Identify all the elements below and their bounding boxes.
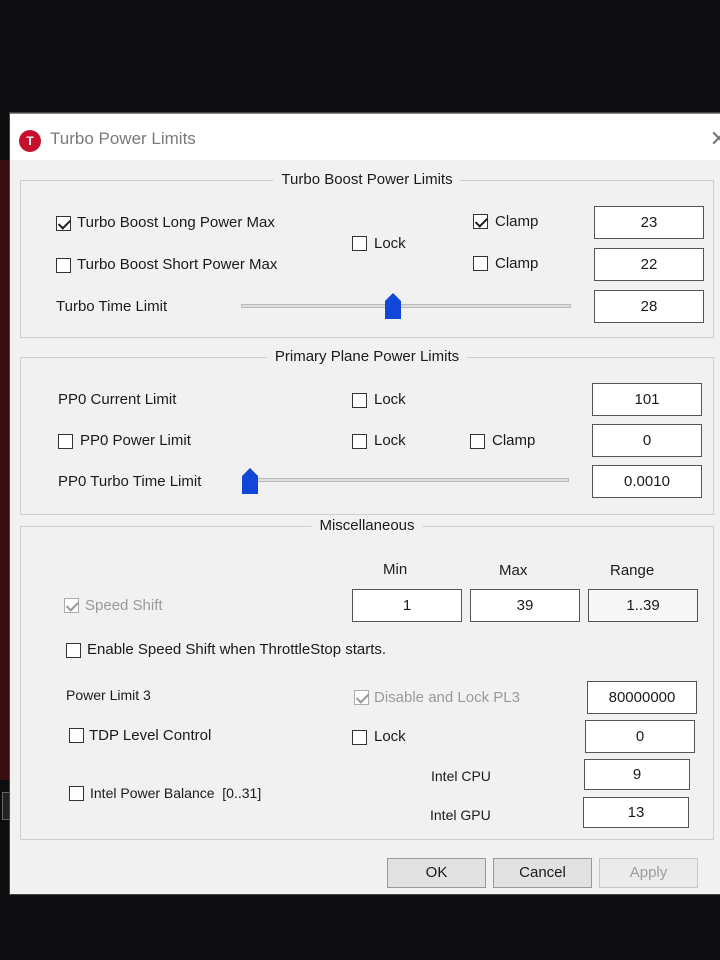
intel-power-balance-checkbox[interactable] (69, 786, 84, 801)
primary-plane-group-title: Primary Plane Power Limits (266, 348, 468, 365)
range-header: Range (610, 562, 655, 579)
intel-power-balance-label: Intel Power Balance [0..31] (90, 785, 262, 801)
pp0-power-clamp-label: Clamp (492, 432, 536, 449)
turbo-boost-group-title: Turbo Boost Power Limits (273, 171, 461, 188)
tdp-level-control-checkbox[interactable] (69, 728, 84, 743)
turbo-time-limit-slider-track[interactable] (241, 304, 571, 308)
turbo-lock-checkbox[interactable] (352, 236, 367, 251)
pp0-turbo-time-limit-input[interactable]: 0.0010 (592, 465, 702, 498)
turbo-power-limits-dialog: T Turbo Power Limits ✕ Turbo Boost Power… (10, 113, 720, 894)
primary-plane-group: Primary Plane Power Limits PP0 Current L… (20, 348, 714, 515)
monitor-bezel (0, 160, 10, 780)
speed-shift-checkbox[interactable] (64, 598, 79, 613)
tdp-lock-label: Lock (374, 728, 406, 745)
turbo-time-limit-input[interactable]: 28 (594, 290, 704, 323)
turbo-boost-group: Turbo Boost Power Limits Turbo Boost Lon… (20, 171, 714, 338)
window-title: Turbo Power Limits (50, 129, 196, 148)
tdp-lock-checkbox[interactable] (352, 730, 367, 745)
pp0-turbo-time-slider-thumb[interactable] (241, 468, 258, 494)
long-power-clamp-label: Clamp (495, 213, 539, 230)
pp0-power-lock-label: Lock (374, 432, 406, 449)
power-limit-3-label: Power Limit 3 (66, 687, 151, 703)
max-header: Max (499, 562, 528, 579)
intel-gpu-label: Intel GPU (430, 807, 491, 823)
pp0-power-clamp-checkbox[interactable] (470, 434, 485, 449)
short-power-max-input[interactable]: 22 (594, 248, 704, 281)
title-bar: T Turbo Power Limits ✕ (10, 114, 720, 160)
disable-lock-pl3-label: Disable and Lock PL3 (374, 689, 520, 706)
pp0-power-limit-label: PP0 Power Limit (80, 432, 191, 449)
tdp-level-control-label: TDP Level Control (89, 727, 212, 744)
intel-gpu-input[interactable]: 13 (583, 797, 689, 828)
long-power-max-input[interactable]: 23 (594, 206, 704, 239)
enable-speed-shift-checkbox[interactable] (66, 643, 81, 658)
turbo-time-limit-slider-thumb[interactable] (384, 293, 401, 319)
min-header: Min (383, 561, 408, 578)
close-icon[interactable]: ✕ (710, 126, 720, 152)
pp0-current-limit-label: PP0 Current Limit (58, 391, 177, 408)
intel-cpu-label: Intel CPU (431, 768, 491, 784)
speed-shift-min-input[interactable]: 1 (352, 589, 462, 622)
turbo-time-limit-label: Turbo Time Limit (56, 298, 168, 315)
long-power-max-label: Turbo Boost Long Power Max (77, 214, 275, 231)
speed-shift-label: Speed Shift (85, 597, 163, 614)
ok-button[interactable]: OK (387, 858, 486, 888)
pp0-power-lock-checkbox[interactable] (352, 434, 367, 449)
pp0-power-limit-checkbox[interactable] (58, 434, 73, 449)
short-power-max-checkbox[interactable] (56, 258, 71, 273)
speed-shift-max-input[interactable]: 39 (470, 589, 580, 622)
apply-button[interactable]: Apply (599, 858, 698, 888)
long-power-clamp-checkbox[interactable] (473, 214, 488, 229)
enable-speed-shift-label: Enable Speed Shift when ThrottleStop sta… (87, 641, 387, 658)
pp0-current-limit-input[interactable]: 101 (592, 383, 702, 416)
long-power-max-checkbox[interactable] (56, 216, 71, 231)
power-limit-3-input[interactable]: 80000000 (587, 681, 697, 714)
tdp-level-input[interactable]: 0 (585, 720, 695, 753)
miscellaneous-group-title: Miscellaneous (311, 517, 423, 534)
turbo-lock-label: Lock (374, 235, 406, 252)
throttlestop-app-icon: T (19, 130, 41, 152)
disable-lock-pl3-checkbox[interactable] (354, 690, 369, 705)
short-power-clamp-checkbox[interactable] (473, 256, 488, 271)
pp0-current-lock-checkbox[interactable] (352, 393, 367, 408)
intel-cpu-input[interactable]: 9 (584, 759, 690, 790)
cancel-button[interactable]: Cancel (493, 858, 592, 888)
pp0-turbo-time-slider-track[interactable] (243, 478, 569, 482)
miscellaneous-group: Miscellaneous Min Max Range Speed Shift … (20, 517, 714, 840)
short-power-clamp-label: Clamp (495, 255, 539, 272)
speed-shift-range-field: 1..39 (588, 589, 698, 622)
pp0-current-lock-label: Lock (374, 391, 406, 408)
pp0-power-limit-input[interactable]: 0 (592, 424, 702, 457)
pp0-turbo-time-limit-label: PP0 Turbo Time Limit (58, 473, 202, 490)
short-power-max-label: Turbo Boost Short Power Max (77, 256, 278, 273)
